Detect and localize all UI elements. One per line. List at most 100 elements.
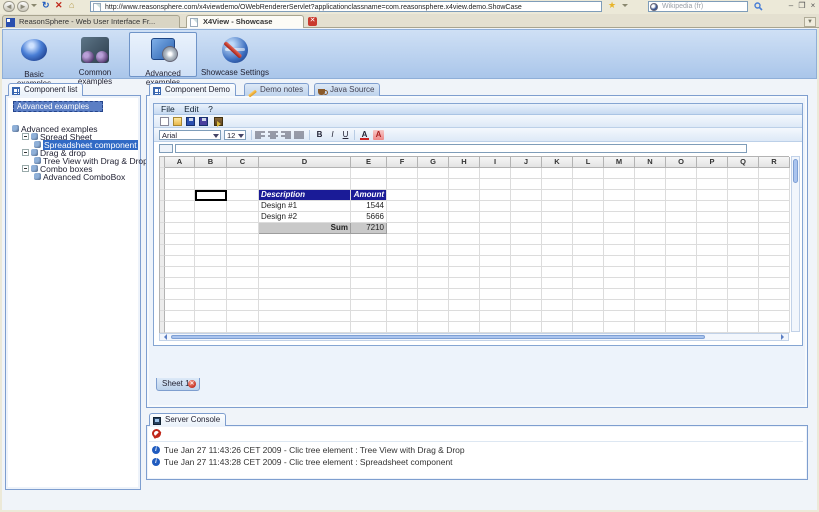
grid-cell-J7[interactable] xyxy=(511,234,542,245)
grid-cell-Q15[interactable] xyxy=(728,322,759,333)
grid-cell-A2[interactable] xyxy=(165,179,195,190)
grid-cell-J9[interactable] xyxy=(511,256,542,267)
basic-examples-button[interactable]: Basic examples xyxy=(7,32,61,77)
grid-cell-Q13[interactable] xyxy=(728,300,759,311)
grid-cell-G5[interactable] xyxy=(418,212,449,223)
grid-cell-J5[interactable] xyxy=(511,212,542,223)
grid-cell-H5[interactable] xyxy=(449,212,480,223)
grid-cell-P5[interactable] xyxy=(697,212,728,223)
grid-cell-P12[interactable] xyxy=(697,289,728,300)
grid-cell-A15[interactable] xyxy=(165,322,195,333)
grid-cell-K14[interactable] xyxy=(542,311,573,322)
collapse-icon[interactable] xyxy=(22,149,29,156)
grid-cell-J15[interactable] xyxy=(511,322,542,333)
grid-cell-N1[interactable] xyxy=(635,168,666,179)
showcase-settings-button[interactable]: Showcase Settings xyxy=(199,32,271,77)
column-header-C[interactable]: C xyxy=(227,157,259,168)
column-header-K[interactable]: K xyxy=(542,157,573,168)
align-justify-icon[interactable] xyxy=(294,131,304,139)
grid-cell-E14[interactable] xyxy=(351,311,387,322)
grid-cell-D15[interactable] xyxy=(259,322,351,333)
grid-cell-I1[interactable] xyxy=(480,168,511,179)
grid-cell-H12[interactable] xyxy=(449,289,480,300)
grid-cell-O7[interactable] xyxy=(666,234,697,245)
grid-cell-E9[interactable] xyxy=(351,256,387,267)
tab-component-demo[interactable]: Component Demo xyxy=(149,83,236,96)
grid-cell-L4[interactable] xyxy=(573,201,604,212)
grid-cell-O9[interactable] xyxy=(666,256,697,267)
grid-cell-K1[interactable] xyxy=(542,168,573,179)
collapse-icon[interactable] xyxy=(22,165,29,172)
grid-cell-K5[interactable] xyxy=(542,212,573,223)
new-document-icon[interactable] xyxy=(160,117,169,126)
grid-cell-M7[interactable] xyxy=(604,234,635,245)
grid-cell-F12[interactable] xyxy=(387,289,418,300)
grid-cell-Q10[interactable] xyxy=(728,267,759,278)
grid-cell-N7[interactable] xyxy=(635,234,666,245)
bookmark-dropdown-icon[interactable] xyxy=(622,4,628,10)
grid-cell-Q11[interactable] xyxy=(728,278,759,289)
column-header-M[interactable]: M xyxy=(604,157,635,168)
grid-cell-B1[interactable] xyxy=(195,168,227,179)
grid-cell-L13[interactable] xyxy=(573,300,604,311)
grid-cell-I15[interactable] xyxy=(480,322,511,333)
grid-cell-E6[interactable]: 7210 xyxy=(351,223,387,234)
grid-cell-A11[interactable] xyxy=(165,278,195,289)
column-header-A[interactable]: A xyxy=(165,157,195,168)
browser-tab-x4view[interactable]: X4View - Showcase xyxy=(186,15,304,28)
grid-cell-J14[interactable] xyxy=(511,311,542,322)
grid-cell-Q7[interactable] xyxy=(728,234,759,245)
clear-console-icon[interactable] xyxy=(152,429,161,438)
grid-cell-M1[interactable] xyxy=(604,168,635,179)
grid-cell-Q8[interactable] xyxy=(728,245,759,256)
grid-cell-N8[interactable] xyxy=(635,245,666,256)
grid-cell-H4[interactable] xyxy=(449,201,480,212)
column-header-F[interactable]: F xyxy=(387,157,418,168)
grid-cell-E3[interactable]: Amount xyxy=(351,190,387,201)
grid-cell-J11[interactable] xyxy=(511,278,542,289)
grid-cell-G12[interactable] xyxy=(418,289,449,300)
grid-cell-L5[interactable] xyxy=(573,212,604,223)
save-as-icon[interactable] xyxy=(199,117,208,126)
grid-cell-P2[interactable] xyxy=(697,179,728,190)
grid-cell-M13[interactable] xyxy=(604,300,635,311)
column-header-O[interactable]: O xyxy=(666,157,697,168)
grid-cell-R5[interactable] xyxy=(759,212,790,223)
grid-cell-M15[interactable] xyxy=(604,322,635,333)
grid-cell-G13[interactable] xyxy=(418,300,449,311)
tab-component-list[interactable]: Component list xyxy=(8,83,83,96)
grid-cell-P7[interactable] xyxy=(697,234,728,245)
grid-cell-G10[interactable] xyxy=(418,267,449,278)
grid-cell-B12[interactable] xyxy=(195,289,227,300)
column-header-R[interactable]: R xyxy=(759,157,790,168)
grid-cell-E10[interactable] xyxy=(351,267,387,278)
align-left-icon[interactable] xyxy=(255,131,265,139)
grid-cell-F9[interactable] xyxy=(387,256,418,267)
grid-cell-P11[interactable] xyxy=(697,278,728,289)
grid-cell-D7[interactable] xyxy=(259,234,351,245)
grid-cell-I5[interactable] xyxy=(480,212,511,223)
bold-button[interactable]: B xyxy=(314,130,325,140)
grid-cell-F5[interactable] xyxy=(387,212,418,223)
grid-cell-M14[interactable] xyxy=(604,311,635,322)
grid-cell-I13[interactable] xyxy=(480,300,511,311)
grid-cell-P3[interactable] xyxy=(697,190,728,201)
grid-cell-B8[interactable] xyxy=(195,245,227,256)
grid-cell-Q2[interactable] xyxy=(728,179,759,190)
grid-cell-A12[interactable] xyxy=(165,289,195,300)
grid-cell-R4[interactable] xyxy=(759,201,790,212)
column-header-B[interactable]: B xyxy=(195,157,227,168)
grid-cell-I11[interactable] xyxy=(480,278,511,289)
grid-cell-F3[interactable] xyxy=(387,190,418,201)
grid-cell-G15[interactable] xyxy=(418,322,449,333)
grid-cell-L11[interactable] xyxy=(573,278,604,289)
grid-cell-B7[interactable] xyxy=(195,234,227,245)
tab-close-icon[interactable]: ✕ xyxy=(308,17,317,26)
grid-cell-H6[interactable] xyxy=(449,223,480,234)
grid-cell-O5[interactable] xyxy=(666,212,697,223)
grid-cell-C10[interactable] xyxy=(227,267,259,278)
grid-cell-R12[interactable] xyxy=(759,289,790,300)
grid-cell-L15[interactable] xyxy=(573,322,604,333)
forward-button-icon[interactable]: ► xyxy=(17,1,29,12)
advanced-examples-button[interactable]: Advanced examples xyxy=(129,32,197,77)
